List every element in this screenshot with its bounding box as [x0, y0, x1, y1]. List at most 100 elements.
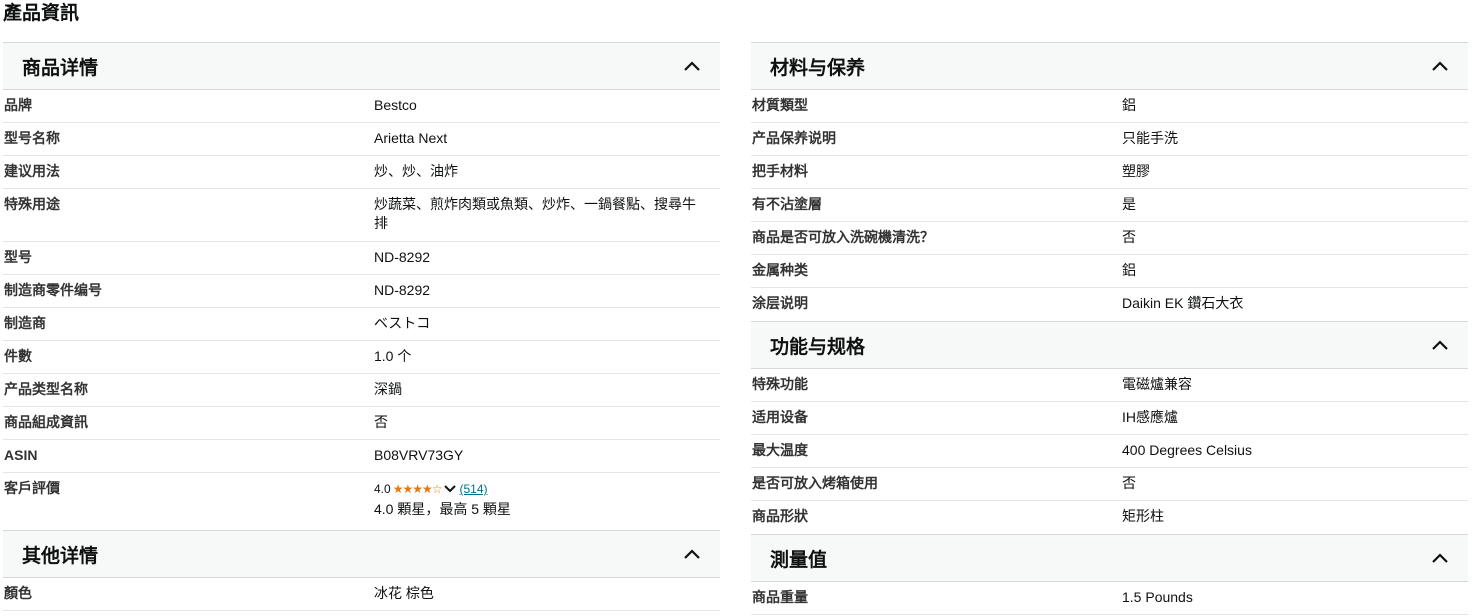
row-label: 产品保养说明 — [752, 130, 836, 146]
chevron-down-icon[interactable] — [443, 484, 457, 494]
row-value: 400 Degrees Celsius — [1122, 442, 1252, 458]
table-row: ASIN B08VRV73GY — [3, 440, 720, 473]
row-value: 1.5 Pounds — [1122, 589, 1193, 605]
row-value: 鋁 — [1122, 97, 1136, 113]
row-label: 商品形狀 — [752, 508, 808, 524]
table-row: 产品类型名称 深鍋 — [3, 374, 720, 407]
row-value: 深鍋 — [374, 381, 402, 397]
table-row: 金属种类 鋁 — [751, 255, 1468, 288]
features-table: 特殊功能 電磁爐兼容 适用设备 IH感應爐 最大温度 400 Degrees Cels… — [751, 369, 1468, 534]
table-row: 是否可放入烤箱使用 否 — [751, 468, 1468, 501]
page-title: 產品資訊 — [3, 3, 80, 24]
row-value: ベストコ — [374, 315, 431, 331]
row-value: 電磁爐兼容 — [1122, 376, 1192, 392]
row-value: 炒蔬菜、煎炸肉類或魚類、炒炸、一鍋餐點、搜尋牛排 — [374, 196, 696, 231]
section-header-materials[interactable]: 材料与保养 — [751, 42, 1468, 90]
table-row: 最大温度 400 Degrees Celsius — [751, 435, 1468, 468]
table-row: 材質類型 鋁 — [751, 90, 1468, 123]
row-label: 最大温度 — [752, 442, 808, 458]
row-value: 只能手洗 — [1122, 130, 1178, 146]
row-label: 商品重量 — [752, 589, 808, 605]
row-label: 涂层说明 — [752, 295, 808, 311]
row-label: 产品类型名称 — [4, 381, 88, 397]
table-row-review: 客戶評價 4.0 ★★★★☆ (514) 4.0 顆星，最高 5 顆星 — [3, 473, 720, 530]
row-value: 鋁 — [1122, 262, 1136, 278]
section-title: 測量值 — [770, 549, 828, 571]
rating-line[interactable]: 4.0 ★★★★☆ (514) — [374, 481, 704, 497]
row-value: ND-8292 — [374, 249, 431, 265]
row-value: B08VRV73GY — [374, 447, 464, 463]
rating-score: 4.0 — [374, 482, 391, 496]
row-label: 顏色 — [4, 585, 32, 601]
section-header-features[interactable]: 功能与规格 — [751, 321, 1468, 369]
row-value: Arietta Next — [374, 130, 448, 146]
other-details-table: 顏色 冰花 棕色 — [3, 578, 720, 611]
table-row: 商品形狀 矩形柱 — [751, 501, 1468, 534]
measurements-table: 商品重量 1.5 Pounds — [751, 582, 1468, 615]
section-title: 材料与保养 — [770, 57, 866, 79]
table-row: 制造商零件编号 ND-8292 — [3, 275, 720, 308]
table-row: 商品重量 1.5 Pounds — [751, 582, 1468, 615]
row-label: 制造商 — [4, 315, 46, 331]
section-header-measurements[interactable]: 測量值 — [751, 534, 1468, 582]
table-row: 商品是否可放入洗碗機清洗？ 否 — [751, 222, 1468, 255]
row-label: 品牌 — [4, 97, 32, 113]
row-label: 金属种类 — [752, 262, 808, 278]
row-label: 把手材料 — [752, 163, 808, 179]
row-value: Daikin EK 鑽石大衣 — [1122, 295, 1244, 311]
section-title: 商品详情 — [22, 57, 99, 79]
rating-count-link[interactable]: (514) — [459, 481, 487, 497]
chevron-up-icon[interactable] — [1430, 338, 1450, 352]
row-label: 是否可放入烤箱使用 — [752, 475, 878, 491]
section-title: 其他详情 — [22, 545, 99, 567]
chevron-up-icon[interactable] — [1430, 551, 1450, 565]
chevron-up-icon[interactable] — [682, 59, 702, 73]
rating-summary: 4.0 顆星，最高 5 顆星 — [374, 501, 511, 517]
row-label: 有不沾塗層 — [752, 196, 822, 212]
row-label: 特殊用途 — [4, 196, 60, 212]
section-title: 功能与规格 — [770, 336, 866, 358]
row-value: 塑膠 — [1122, 163, 1150, 179]
row-value: 1.0 个 — [374, 348, 412, 364]
row-value: 否 — [1122, 475, 1136, 491]
table-row: 适用设备 IH感應爐 — [751, 402, 1468, 435]
table-row: 型号名称 Arietta Next — [3, 123, 720, 156]
row-label: 建议用法 — [4, 163, 60, 179]
table-row: 品牌 Bestco — [3, 90, 720, 123]
materials-table: 材質類型鋁 产品保养说明 只能手洗 把手材料 塑膠 有不沾塗層是 商品是否可放入洗碗… — [751, 90, 1468, 321]
row-value-review: 4.0 ★★★★☆ (514) 4.0 顆星，最高 5 顆星 — [372, 473, 720, 530]
row-label: 适用设备 — [752, 409, 808, 425]
left-column: 商品详情 品牌 Bestco 型号名称 Arietta Next 建议用法 炒、炒、油… — [3, 42, 720, 611]
product-details-table: 品牌 Bestco 型号名称 Arietta Next 建议用法 炒、炒、油炸 特殊用… — [3, 90, 720, 530]
row-label: 商品組成資訊 — [4, 414, 88, 430]
row-label: 制造商零件编号 — [4, 282, 102, 298]
chevron-up-icon[interactable] — [1430, 59, 1450, 73]
row-value: 矩形柱 — [1122, 508, 1164, 524]
right-column: 材料与保养 材質類型鋁 产品保养说明 只能手洗 把手材料 塑膠 有不沾塗層是 商品是… — [751, 42, 1468, 615]
row-label: ASIN — [4, 447, 38, 463]
row-label: 件數 — [4, 348, 32, 364]
table-row: 把手材料 塑膠 — [751, 156, 1468, 189]
table-row: 涂层说明 Daikin EK 鑽石大衣 — [751, 288, 1468, 321]
table-row: 制造商 ベストコ — [3, 308, 720, 341]
table-row: 商品組成資訊 否 — [3, 407, 720, 440]
row-value: ND-8292 — [374, 282, 431, 298]
section-header-other-details[interactable]: 其他详情 — [3, 530, 720, 578]
section-header-product-details[interactable]: 商品详情 — [3, 42, 720, 90]
row-value: Bestco — [374, 97, 417, 113]
row-label: 材質類型 — [752, 97, 808, 113]
row-value: 炒、炒、油炸 — [374, 163, 458, 179]
row-label: 商品是否可放入洗碗機清洗？ — [752, 229, 934, 245]
table-row: 特殊功能 電磁爐兼容 — [751, 369, 1468, 402]
row-value: 否 — [1122, 229, 1136, 245]
row-label: 特殊功能 — [752, 376, 808, 392]
chevron-up-icon[interactable] — [682, 547, 702, 561]
table-row: 建议用法 炒、炒、油炸 — [3, 156, 720, 189]
table-row: 件數 1.0 个 — [3, 341, 720, 374]
row-value: 是 — [1122, 196, 1136, 212]
row-label: 客戶評價 — [4, 480, 60, 496]
row-label: 型号名称 — [4, 130, 60, 146]
row-value: 冰花 棕色 — [374, 585, 434, 601]
row-value: 否 — [374, 414, 388, 430]
table-row: 型号 ND-8292 — [3, 242, 720, 275]
